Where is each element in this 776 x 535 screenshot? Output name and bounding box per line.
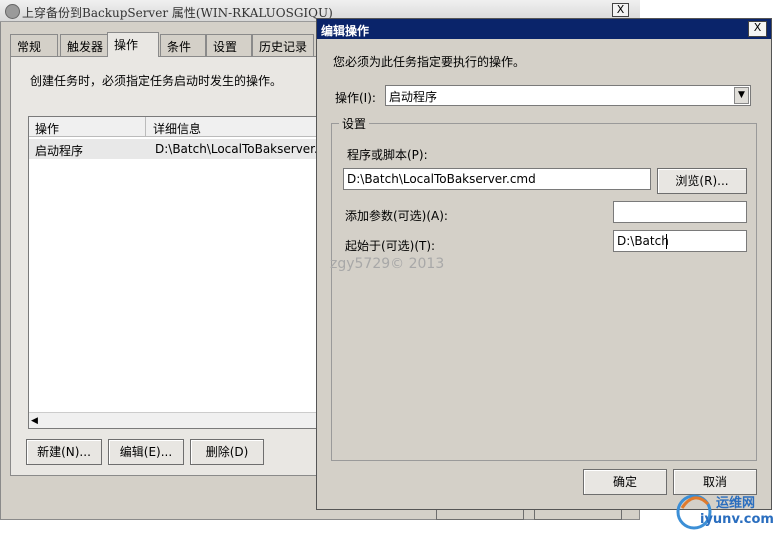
action-select[interactable]: 启动程序 ▼ xyxy=(385,85,751,106)
dropdown-arrow-icon[interactable]: ▼ xyxy=(734,87,749,104)
tab-settings[interactable]: 设置 xyxy=(206,34,252,56)
tab-actions[interactable]: 操作 xyxy=(107,32,159,57)
dialog-hint: 您必须为此任务指定要执行的操作。 xyxy=(333,55,526,69)
text-caret xyxy=(666,234,667,249)
tab-conditions[interactable]: 条件 xyxy=(160,34,206,56)
logo-url: iyunv.com xyxy=(700,512,774,527)
properties-title: 上穿备份到BackupServer 属性(WIN-RKALUOSGIQU) xyxy=(22,6,333,20)
dialog-close-button[interactable]: X xyxy=(748,21,767,37)
table-row[interactable]: 启动程序 D:\Batch\LocalToBakserver.cmd xyxy=(29,139,344,159)
dialog-title: 编辑操作 xyxy=(321,24,370,38)
arguments-input[interactable] xyxy=(613,201,747,223)
start-in-input-value: D:\Batch xyxy=(617,234,669,248)
tab-triggers[interactable]: 触发器 xyxy=(60,34,108,56)
program-label: 程序或脚本(P): xyxy=(347,148,428,162)
program-input[interactable]: D:\Batch\LocalToBakserver.cmd xyxy=(343,168,651,190)
list-header: 操作 详细信息 xyxy=(29,117,321,137)
tab-general[interactable]: 常规 xyxy=(10,34,58,56)
column-action[interactable]: 操作 xyxy=(35,120,59,137)
site-logo: 运维网 iyunv.com xyxy=(672,484,776,535)
horizontal-scrollbar[interactable]: ◀ xyxy=(29,412,319,428)
dialog-titlebar: 编辑操作 X xyxy=(317,19,771,39)
settings-group-label: 设置 xyxy=(339,115,370,132)
watermark-text: zgy5729© 2013 xyxy=(330,256,445,272)
dialog-ok-button[interactable]: 确定 xyxy=(583,469,667,495)
new-action-button[interactable]: 新建(N)... xyxy=(26,439,102,465)
logo-name: 运维网 xyxy=(716,496,756,511)
start-in-input[interactable]: D:\Batch xyxy=(613,230,747,252)
scroll-left-icon[interactable]: ◀ xyxy=(31,416,38,426)
program-input-value: D:\Batch\LocalToBakserver.cmd xyxy=(347,172,536,186)
actions-description: 创建任务时，必须指定任务启动时发生的操作。 xyxy=(30,74,283,88)
edit-action-button[interactable]: 编辑(E)... xyxy=(108,439,184,465)
action-select-value: 启动程序 xyxy=(389,90,438,104)
delete-action-button[interactable]: 删除(D) xyxy=(190,439,264,465)
actions-list[interactable]: 操作 详细信息 启动程序 D:\Batch\LocalToBakserver.c… xyxy=(28,116,344,429)
arguments-label: 添加参数(可选)(A): xyxy=(345,209,448,223)
browse-button[interactable]: 浏览(R)... xyxy=(657,168,747,194)
clock-icon xyxy=(5,4,20,19)
column-detail[interactable]: 详细信息 xyxy=(153,120,201,137)
action-label: 操作(I): xyxy=(335,91,376,105)
start-in-label: 起始于(可选)(T): xyxy=(345,239,436,253)
properties-close-button[interactable]: X xyxy=(612,3,629,17)
row-action: 启动程序 xyxy=(35,144,84,158)
tab-history[interactable]: 历史记录 xyxy=(252,34,314,56)
